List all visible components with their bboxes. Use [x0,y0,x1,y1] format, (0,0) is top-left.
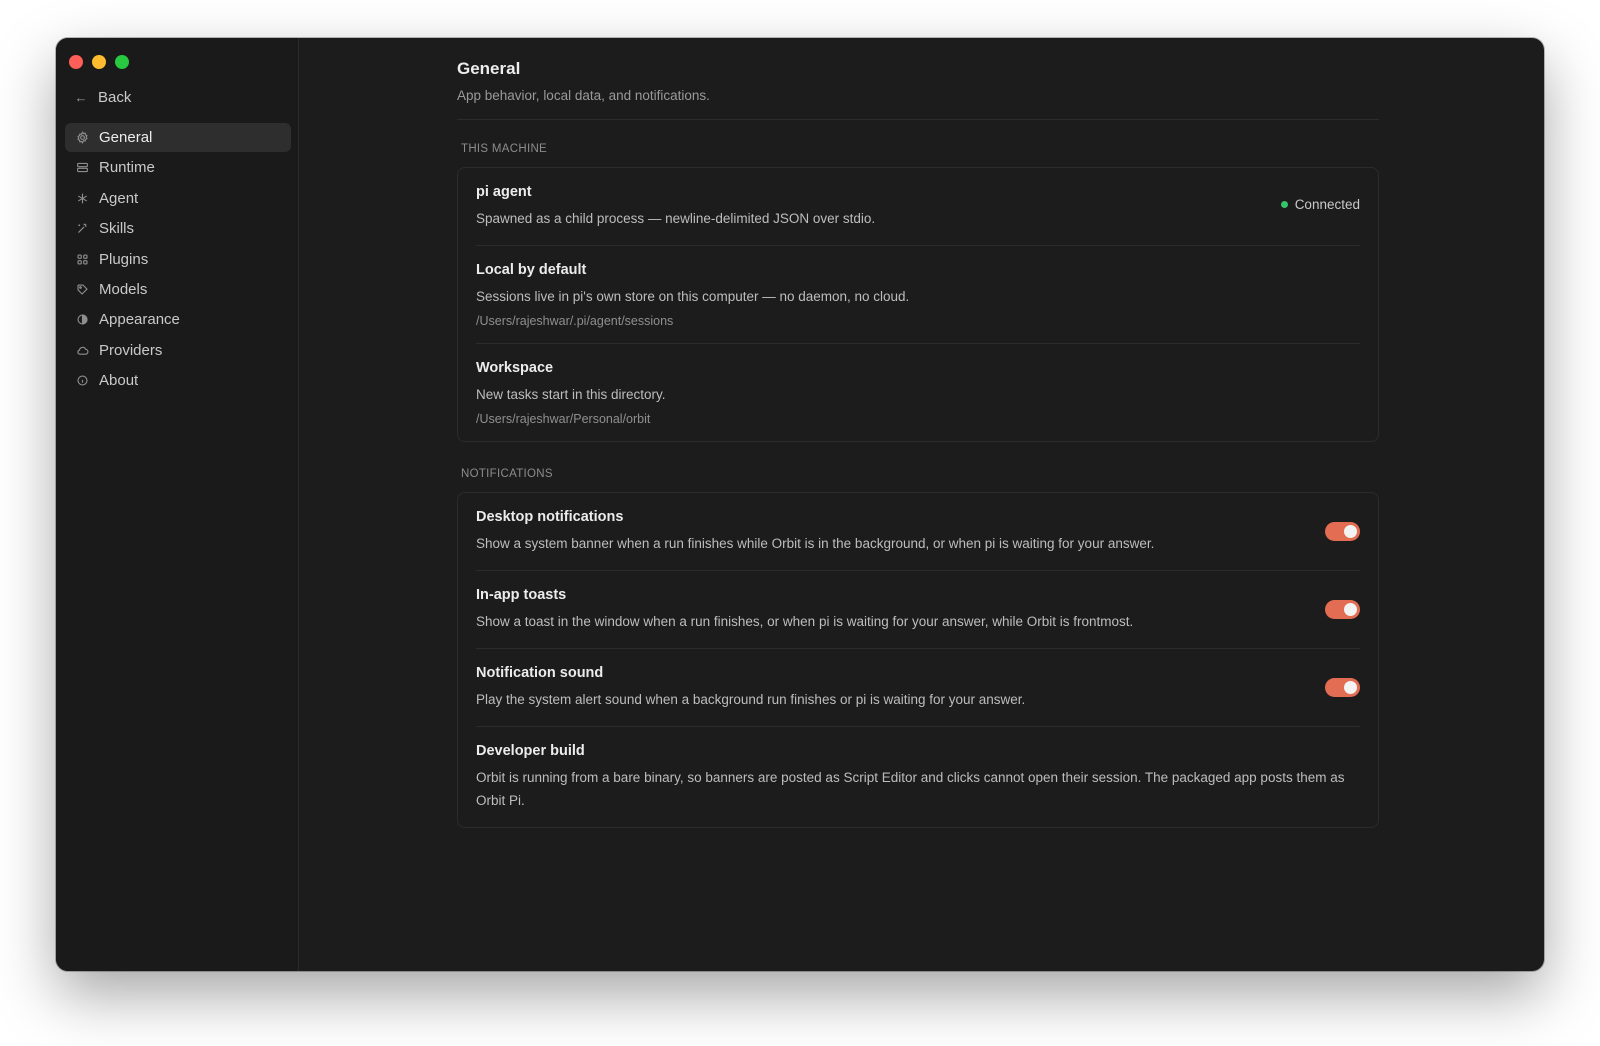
desktop-notifications-row: Desktop notifications Show a system bann… [476,493,1360,571]
sidebar-item-label: Providers [99,341,163,359]
sidebar-item-general[interactable]: General [65,123,291,152]
row-description: Orbit is running from a bare binary, so … [476,770,1345,808]
sidebar-item-models[interactable]: Models [65,275,291,304]
section-label-notifications: NOTIFICATIONS [461,468,553,480]
page-title: General [457,59,521,78]
info-icon [75,374,89,388]
row-title: Developer build [476,743,585,759]
sidebar-item-label: Skills [99,220,135,238]
sidebar-item-label: General [99,129,153,146]
sidebar-item-label: About [99,372,139,390]
settings-main: General App behavior, local data, and no… [299,38,1544,971]
general-settings-panel: General App behavior, local data, and no… [457,59,1379,828]
pi-agent-row: pi agent Spawned as a child process — ne… [476,168,1360,246]
row-description: Spawned as a child process — newline-del… [476,211,876,226]
row-title: Desktop notifications [476,509,624,525]
cloud-icon [75,343,89,357]
window-controls [69,55,129,69]
this-machine-card: pi agent Spawned as a child process — ne… [457,167,1379,442]
toggle-knob [1344,603,1357,616]
server-icon [75,161,89,175]
row-description: New tasks start in this directory. [476,387,666,402]
sidebar: ← Back General Runtime Agent Skills Plug… [56,38,299,971]
tag-icon [75,282,89,296]
back-label: Back [98,89,132,106]
in-app-toasts-row: In-app toasts Show a toast in the window… [476,571,1360,649]
row-description: Sessions live in pi's own store on this … [476,289,910,304]
gear-icon [75,131,89,145]
sidebar-item-about[interactable]: About [65,366,291,395]
sidebar-item-skills[interactable]: Skills [65,214,291,243]
sidebar-item-agent[interactable]: Agent [65,184,291,213]
sessions-path: /Users/rajeshwar/.pi/agent/sessions [476,314,674,328]
notification-sound-toggle[interactable] [1325,678,1360,697]
sidebar-item-label: Runtime [99,159,155,177]
page-subtitle: App behavior, local data, and notificati… [457,88,710,103]
asterisk-icon [75,191,89,205]
notifications-card: Desktop notifications Show a system bann… [457,492,1379,828]
workspace-path[interactable]: /Users/rajeshwar/Personal/orbit [476,412,1360,426]
sidebar-item-runtime[interactable]: Runtime [65,153,291,182]
toggle-knob [1344,525,1357,538]
grid-icon [75,252,89,266]
contrast-icon [75,313,89,327]
arrow-left-icon: ← [74,90,88,105]
settings-window: ← Back General Runtime Agent Skills Plug… [56,38,1544,971]
status-dot-icon [1280,201,1288,208]
status-text: Connected [1294,197,1360,212]
header-divider [457,119,1379,120]
section-label-this-machine: THIS MACHINE [461,143,548,155]
row-title: Notification sound [476,665,604,681]
settings-nav: General Runtime Agent Skills Plugins Mod… [65,123,291,397]
back-button[interactable]: ← Back [74,89,132,106]
row-title: Local by default [476,262,587,278]
sidebar-item-label: Appearance [99,311,180,329]
sidebar-item-label: Plugins [99,250,149,268]
connection-status: Connected [1280,197,1360,212]
sidebar-item-providers[interactable]: Providers [65,336,291,365]
sidebar-item-plugins[interactable]: Plugins [65,245,291,274]
local-by-default-row: Local by default Sessions live in pi's o… [476,246,1360,344]
row-description: Play the system alert sound when a backg… [476,692,1026,707]
notification-sound-row: Notification sound Play the system alert… [476,649,1360,727]
sidebar-item-appearance[interactable]: Appearance [65,305,291,334]
close-window-button[interactable] [69,55,83,69]
desktop-notifications-toggle[interactable] [1325,522,1360,541]
wand-icon [75,222,89,236]
sidebar-item-label: Agent [99,189,139,207]
developer-build-row: Developer build Orbit is running from a … [476,727,1360,827]
row-title: Workspace [476,360,554,376]
toggle-knob [1344,681,1357,694]
row-description: Show a toast in the window when a run fi… [476,614,1134,629]
row-title: pi agent [476,184,532,200]
row-title: In-app toasts [476,587,567,603]
sidebar-item-label: Models [99,280,148,298]
workspace-row: Workspace New tasks start in this direct… [476,344,1360,441]
in-app-toasts-toggle[interactable] [1325,600,1360,619]
minimize-window-button[interactable] [92,55,106,69]
row-description: Show a system banner when a run finishes… [476,536,1155,551]
maximize-window-button[interactable] [115,55,129,69]
